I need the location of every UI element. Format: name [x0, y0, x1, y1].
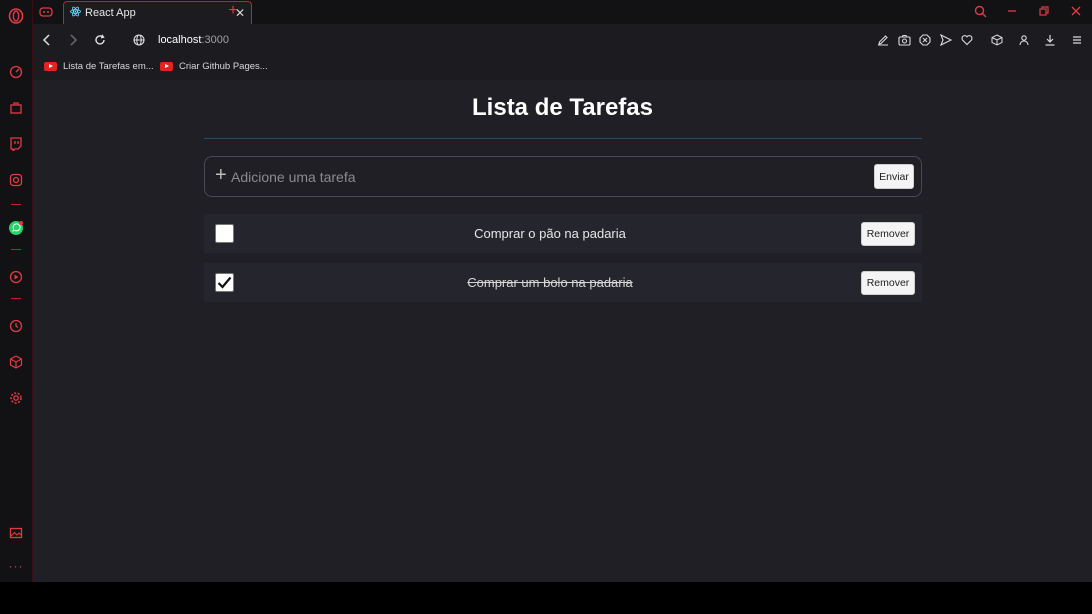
twitch-icon[interactable] — [7, 135, 25, 153]
menu-icon[interactable] — [1070, 33, 1084, 47]
youtube-icon — [160, 62, 173, 71]
back-icon[interactable] — [39, 32, 55, 48]
reload-icon[interactable] — [92, 32, 108, 48]
restore-icon[interactable] — [1036, 3, 1052, 19]
profile-icon[interactable] — [1017, 33, 1031, 47]
search-icon[interactable] — [972, 3, 988, 19]
page-content: Lista de Tarefas + Enviar Comprar o pão … — [33, 80, 1092, 582]
speed-dial-icon[interactable] — [7, 63, 25, 81]
tab-react-app[interactable]: React App ✕ — [63, 1, 252, 24]
url-host: localhost — [158, 34, 202, 46]
adblock-icon[interactable] — [918, 33, 932, 47]
react-icon — [70, 4, 81, 22]
url-port: :3000 — [201, 34, 229, 46]
camera-icon[interactable] — [897, 33, 911, 47]
page-title: Lista de Tarefas — [472, 94, 653, 121]
close-window-icon[interactable] — [1068, 3, 1084, 19]
tab-title: React App — [85, 7, 136, 19]
taskbar-area — [0, 582, 1092, 614]
task-row: Comprar um bolo na padaria Remover — [204, 263, 922, 302]
send-button[interactable]: Enviar — [874, 164, 914, 189]
sidebar-divider — [11, 204, 21, 205]
task-row: Comprar o pão na padaria Remover — [204, 214, 922, 253]
more-icon[interactable]: ··· — [7, 557, 25, 575]
workspace-icon[interactable] — [39, 5, 53, 23]
wallpaper-icon[interactable] — [7, 524, 25, 542]
minimize-icon[interactable] — [1004, 3, 1020, 19]
bookmark-item[interactable]: Lista de Tarefas em... — [44, 61, 154, 72]
settings-icon[interactable] — [7, 389, 25, 407]
forward-icon[interactable] — [65, 32, 81, 48]
send-icon[interactable] — [939, 33, 953, 47]
title-divider — [204, 138, 922, 139]
extensions-icon[interactable] — [7, 353, 25, 371]
remove-button[interactable]: Remover — [861, 271, 915, 295]
player-icon[interactable] — [7, 268, 25, 286]
tab-strip: React App ✕ + — [33, 0, 1092, 24]
sidebar: ··· — [0, 0, 33, 582]
edit-icon[interactable] — [876, 33, 890, 47]
task-text: Comprar o pão na padaria — [474, 226, 626, 241]
sidebar-divider — [11, 249, 21, 250]
bookmark-label: Criar Github Pages... — [179, 61, 268, 72]
instagram-icon[interactable] — [7, 171, 25, 189]
new-tab-icon[interactable]: + — [225, 2, 241, 20]
sidebar-divider — [11, 298, 21, 299]
bookmark-label: Lista de Tarefas em... — [63, 61, 154, 72]
bookmarks-bar: Lista de Tarefas em... Criar Github Page… — [33, 56, 1092, 80]
add-task-form: + Enviar — [204, 156, 922, 197]
whatsapp-icon[interactable] — [7, 219, 25, 237]
opera-logo-icon[interactable] — [7, 7, 25, 25]
history-icon[interactable] — [7, 317, 25, 335]
task-text: Comprar um bolo na padaria — [467, 275, 633, 290]
browser-window: ··· React App ✕ + localhost:3000 Lista d… — [0, 0, 1092, 582]
shopping-icon[interactable] — [7, 99, 25, 117]
cube-icon[interactable] — [990, 33, 1004, 47]
address-bar: localhost:3000 — [33, 24, 1092, 56]
remove-button[interactable]: Remover — [861, 222, 915, 246]
task-input[interactable] — [231, 167, 831, 187]
download-icon[interactable] — [1043, 33, 1057, 47]
plus-icon: + — [215, 164, 227, 186]
heart-icon[interactable] — [960, 33, 974, 47]
site-info-icon[interactable] — [131, 32, 147, 48]
bookmark-item[interactable]: Criar Github Pages... — [160, 61, 268, 72]
youtube-icon — [44, 62, 57, 71]
url-field[interactable]: localhost:3000 — [158, 34, 229, 46]
